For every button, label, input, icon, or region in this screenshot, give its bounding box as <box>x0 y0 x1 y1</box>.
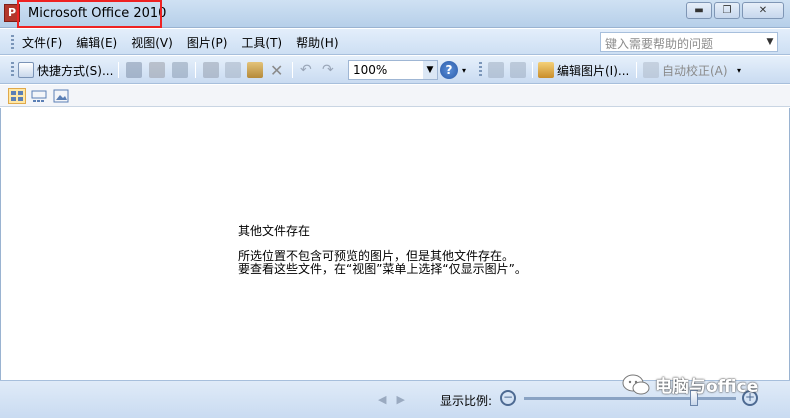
help-search-placeholder: 键入需要帮助的问题 <box>605 37 714 51</box>
minimize-button[interactable]: ▬ <box>686 2 712 19</box>
paste-icon[interactable] <box>247 62 263 78</box>
view-toolbar <box>0 85 790 107</box>
toolbar-separator <box>195 62 196 78</box>
window-controls: ▬ ❐ ✕ <box>686 2 784 19</box>
menubar-grip-handle[interactable] <box>11 35 14 51</box>
edit-picture-label: 编辑图片(I)... <box>557 63 630 78</box>
auto-correct-label: 自动校正(A) <box>662 63 728 78</box>
rotate-left-icon[interactable] <box>488 62 504 78</box>
zoom-label: 显示比例: <box>440 394 493 408</box>
maximize-button[interactable]: ❐ <box>714 2 740 19</box>
thumbnail-view-button[interactable] <box>8 88 26 104</box>
title-bar: P Microsoft Office 2010 ▬ ❐ ✕ <box>0 0 790 28</box>
thumbnail-view-icon <box>11 91 23 101</box>
menu-help[interactable]: 帮助(H) <box>296 34 338 51</box>
shortcuts-icon <box>18 62 34 78</box>
toolbar-grip-handle[interactable] <box>11 62 14 78</box>
auto-correct-icon <box>643 62 659 78</box>
shortcuts-button[interactable]: 快捷方式(S)... <box>18 60 113 80</box>
menu-tools[interactable]: 工具(T) <box>241 34 282 51</box>
other-files-title: 其他文件存在 <box>238 224 311 238</box>
toolbar2-grip-handle[interactable] <box>479 62 482 78</box>
close-button[interactable]: ✕ <box>742 2 784 19</box>
zoom-select[interactable]: 100% ▼ <box>348 60 438 80</box>
undo-icon[interactable]: ↶ <box>300 60 312 80</box>
auto-correct-button[interactable]: 自动校正(A) <box>643 60 728 80</box>
help-search-input[interactable]: 键入需要帮助的问题 ▼ <box>600 32 778 52</box>
picture-preview-area[interactable]: 其他文件存在 所选位置不包含可预览的图片，但是其他文件存在。 要查看这些文件，在… <box>0 108 790 380</box>
zoom-slider[interactable] <box>524 397 736 400</box>
watermark: 电脑与office <box>622 372 758 397</box>
edit-picture-button[interactable]: 编辑图片(I)... <box>538 60 629 80</box>
filmstrip-view-button[interactable] <box>30 88 48 104</box>
standard-toolbar: 快捷方式(S)... ✕ ↶ ↷ 100% ▼ ? ▾ 编辑图片(I)... 自… <box>0 56 790 84</box>
title-highlight-box <box>17 0 162 28</box>
chevron-down-icon[interactable]: ▼ <box>423 61 437 79</box>
toolbar-separator <box>636 62 637 78</box>
watermark-text: 电脑与office <box>655 377 759 397</box>
toolbar2-options-chevron-icon[interactable]: ▾ <box>737 60 741 80</box>
toolbar-separator <box>118 62 119 78</box>
redo-icon[interactable]: ↷ <box>322 60 334 80</box>
help-icon[interactable]: ? <box>440 61 458 79</box>
copy-icon[interactable] <box>225 62 241 78</box>
menu-file[interactable]: 文件(F) <box>22 34 62 51</box>
zoom-out-icon[interactable]: − <box>500 390 516 406</box>
edit-picture-icon <box>538 62 554 78</box>
menu-view[interactable]: 视图(V) <box>131 34 173 51</box>
email-icon[interactable] <box>172 62 188 78</box>
menu-bar: 文件(F) 编辑(E) 视图(V) 图片(P) 工具(T) 帮助(H) 键入需要… <box>0 29 790 55</box>
toolbar-separator <box>292 62 293 78</box>
menu-picture[interactable]: 图片(P) <box>187 34 228 51</box>
page-nav-arrows[interactable]: ◀▶ <box>378 393 415 406</box>
save-icon[interactable] <box>126 62 142 78</box>
wechat-logo-icon <box>622 374 650 394</box>
cut-icon[interactable] <box>203 62 219 78</box>
toolbar-separator <box>532 62 533 78</box>
chevron-down-icon[interactable]: ▼ <box>763 33 777 51</box>
shortcuts-label: 快捷方式(S)... <box>37 63 114 78</box>
message-line-2: 要查看这些文件，在“视图”菜单上选择“仅显示图片”。 <box>238 262 527 276</box>
single-picture-view-icon <box>53 89 69 103</box>
zoom-value: 100% <box>353 63 388 77</box>
print-icon[interactable] <box>149 62 165 78</box>
rotate-right-icon[interactable] <box>510 62 526 78</box>
delete-icon[interactable]: ✕ <box>270 60 283 80</box>
filmstrip-view-icon <box>31 90 47 102</box>
single-picture-view-button[interactable] <box>52 88 70 104</box>
menu-edit[interactable]: 编辑(E) <box>76 34 117 51</box>
toolbar-options-chevron-icon[interactable]: ▾ <box>462 60 466 80</box>
